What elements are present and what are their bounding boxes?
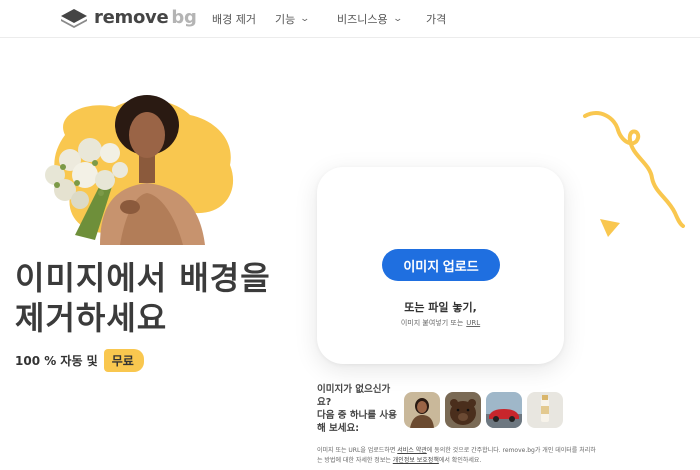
hero-subline: 100 % 자동 및 무료 — [15, 349, 144, 372]
removebg-logo[interactable]: remove bg — [60, 7, 197, 28]
headline-line-1: 이미지에서 배경을 — [15, 259, 271, 297]
nav-label: 가격 — [426, 13, 447, 26]
sample-thumbnails — [404, 392, 568, 428]
nav-business[interactable]: 비즈니스용 ⌄ — [337, 11, 403, 27]
chevron-down-icon: ⌄ — [392, 14, 403, 24]
nav-pricing[interactable]: 가격 — [426, 11, 446, 27]
decorative-triangle — [600, 219, 620, 237]
drop-file-text: 또는 파일 놓기, — [404, 301, 477, 314]
privacy-policy-link[interactable]: 개인정보 보호정책 — [393, 457, 439, 464]
subline-text: 100 % 자동 및 — [15, 354, 98, 368]
nav-label: 배경 제거 — [212, 13, 256, 26]
logo-layers-icon — [61, 8, 87, 28]
hero-woman-with-flowers-image — [45, 95, 205, 245]
paste-hint: 이미지 붙여넣기 또는 URL — [317, 318, 564, 328]
paste-text: 이미지 붙여넣기 또는 — [400, 319, 464, 327]
top-nav-bar: remove bg 배경 제거 기능 ⌄ 비즈니스용 ⌄ 가격 — [0, 0, 700, 38]
nav-features[interactable]: 기능 ⌄ — [275, 11, 311, 27]
decorative-squiggle — [583, 111, 685, 228]
terms-of-service-link[interactable]: 서비스 약관 — [397, 447, 427, 454]
legal-text: 에서 확인하세요. — [438, 457, 482, 464]
nav-label: 비즈니스용 — [337, 13, 388, 26]
logo-word: remove — [94, 7, 169, 28]
nav-label: 기능 — [275, 13, 296, 26]
headline-line-2: 제거하세요 — [15, 299, 168, 337]
chevron-down-icon: ⌄ — [299, 14, 311, 24]
hero-headline: 이미지에서 배경을 제거하세요 — [15, 258, 271, 338]
sample-car-thumbnail[interactable] — [486, 392, 522, 428]
prompt-line: 해 보세요: — [317, 423, 360, 434]
upload-image-button[interactable]: 이미지 업로드 — [382, 249, 500, 281]
legal-notice: 이미지 또는 URL을 업로드하면 서비스 약관에 동의한 것으로 간주합니다.… — [317, 446, 597, 466]
nav-remove-background[interactable]: 배경 제거 — [212, 11, 256, 27]
url-link[interactable]: URL — [466, 319, 480, 327]
sample-bear-thumbnail[interactable] — [445, 392, 481, 428]
no-image-prompt: 이미지가 없으신가 요? 다음 중 하나를 사용 해 보세요: — [317, 383, 401, 435]
upload-card[interactable]: 이미지 업로드 또는 파일 놓기, 이미지 붙여넣기 또는 URL — [317, 167, 564, 364]
legal-text: 이미지 또는 URL을 업로드하면 — [317, 447, 398, 454]
prompt-line: 요? — [317, 397, 332, 408]
sample-woman-thumbnail[interactable] — [404, 392, 440, 428]
prompt-line: 다음 중 하나를 사용 — [317, 410, 397, 421]
logo-suffix: bg — [171, 7, 197, 28]
prompt-line: 이미지가 없으신가 — [317, 384, 391, 395]
sample-bottle-thumbnail[interactable] — [527, 392, 563, 428]
free-badge: 무료 — [103, 349, 144, 372]
